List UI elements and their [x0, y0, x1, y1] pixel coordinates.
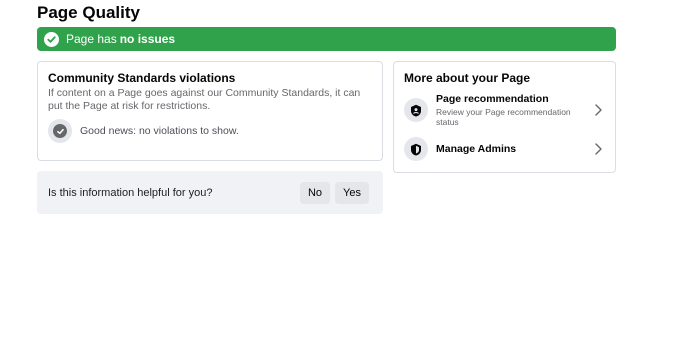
chevron-right-icon [595, 104, 602, 116]
community-standards-description: If content on a Page goes against our Co… [48, 87, 361, 112]
page-recommendation-sublabel: Review your Page recommendation status [436, 107, 571, 127]
manage-admins-label: Manage Admins [436, 143, 517, 155]
page-recommendation-item[interactable]: Page recommendation Review your Page rec… [404, 93, 605, 127]
checkmark-icon [44, 31, 59, 47]
yes-button[interactable]: Yes [335, 181, 369, 204]
manage-admins-item[interactable]: Manage Admins [404, 137, 605, 161]
good-news-row: Good news: no violations to show. [48, 119, 372, 143]
shield-icon [404, 137, 428, 161]
more-about-title: More about your Page [404, 71, 531, 85]
more-about-page-card: More about your Page Page recommendation… [393, 61, 616, 173]
badge-icon [404, 98, 428, 122]
community-standards-card: Community Standards violations If conten… [37, 61, 383, 161]
helpful-feedback-bar: Is this information helpful for you? No … [37, 171, 383, 214]
status-banner: Page has no issues [37, 27, 616, 51]
no-button[interactable]: No [299, 181, 331, 204]
status-prefix: Page has [66, 32, 117, 46]
community-standards-title: Community Standards violations [48, 71, 236, 85]
helpful-question: Is this information helpful for you? [48, 186, 213, 199]
check-circle-icon [48, 119, 72, 143]
chevron-right-icon [595, 143, 602, 155]
page-recommendation-label: Page recommendation [436, 93, 549, 105]
page-title: Page Quality [37, 3, 140, 22]
good-news-text: Good news: no violations to show. [80, 125, 239, 137]
status-emphasis: no issues [119, 32, 176, 46]
